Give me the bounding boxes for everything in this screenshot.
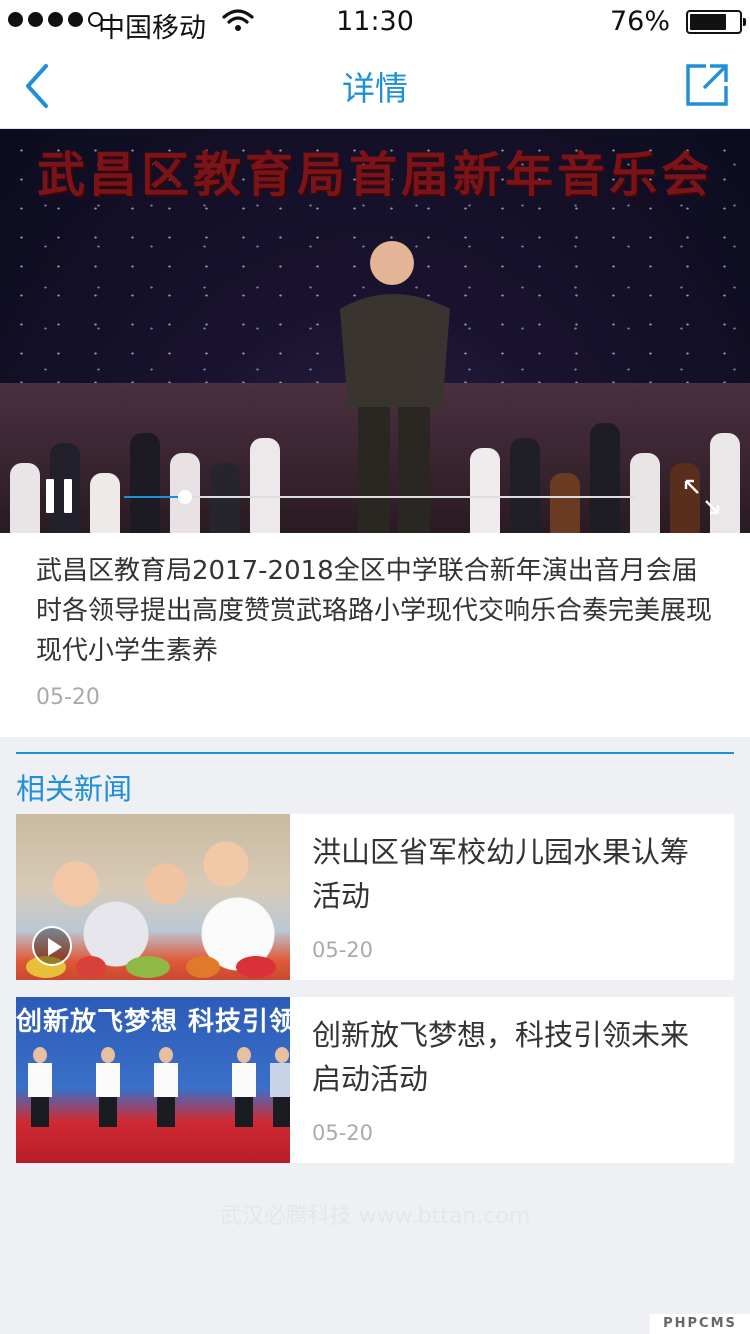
video-progress-handle[interactable]: [178, 490, 193, 504]
battery-percent: 76%: [609, 6, 670, 37]
news-date: 05-20: [312, 1121, 374, 1145]
video-banner-text: 武昌区教育局首届新年音乐会: [36, 147, 713, 203]
play-video-icon: [32, 926, 72, 966]
related-divider: [16, 752, 734, 754]
nav-bar: 详情: [0, 44, 750, 129]
pause-icon[interactable]: [44, 479, 74, 513]
watermark-text: 武汉必腾科技 www.bttan.com: [219, 1204, 531, 1229]
share-icon[interactable]: [684, 62, 730, 108]
article-date: 05-20: [36, 685, 100, 710]
fullscreen-icon[interactable]: [682, 477, 722, 517]
battery-icon: [686, 10, 746, 34]
status-bar: 中国移动 11:30 76%: [0, 0, 750, 44]
news-title: 洪山区省军校幼儿园水果认筹活动: [312, 835, 690, 913]
news-thumbnail: [16, 814, 290, 980]
page-title: 详情: [342, 69, 408, 108]
video-player[interactable]: 武昌区教育局首届新年音乐会: [0, 129, 750, 533]
news-thumbnail: 创新放飞梦想 科技引领: [16, 997, 290, 1163]
related-news-heading: 相关新闻: [16, 772, 133, 806]
video-progress-fill: [124, 496, 186, 498]
article-header: 武昌区教育局2017-2018全区中学联合新年演出音月会届时各领导提出高度赞赏武…: [0, 533, 750, 737]
video-progress-bar[interactable]: [124, 490, 634, 504]
news-title: 创新放飞梦想，科技引领未来启动活动: [312, 1018, 690, 1096]
article-title: 武昌区教育局2017-2018全区中学联合新年演出音月会届时各领导提出高度赞赏武…: [36, 556, 713, 666]
corner-badge: PHPCMS: [650, 1314, 750, 1334]
thumbnail-banner-text: 创新放飞梦想 科技引领: [16, 1007, 290, 1037]
related-news-item[interactable]: 洪山区省军校幼儿园水果认筹活动 05-20: [16, 814, 734, 980]
news-date: 05-20: [312, 938, 374, 962]
video-controls: [0, 463, 750, 533]
related-news-item[interactable]: 创新放飞梦想 科技引领 创新放飞梦想，科技引领未来启动活动 05-20: [16, 997, 734, 1163]
